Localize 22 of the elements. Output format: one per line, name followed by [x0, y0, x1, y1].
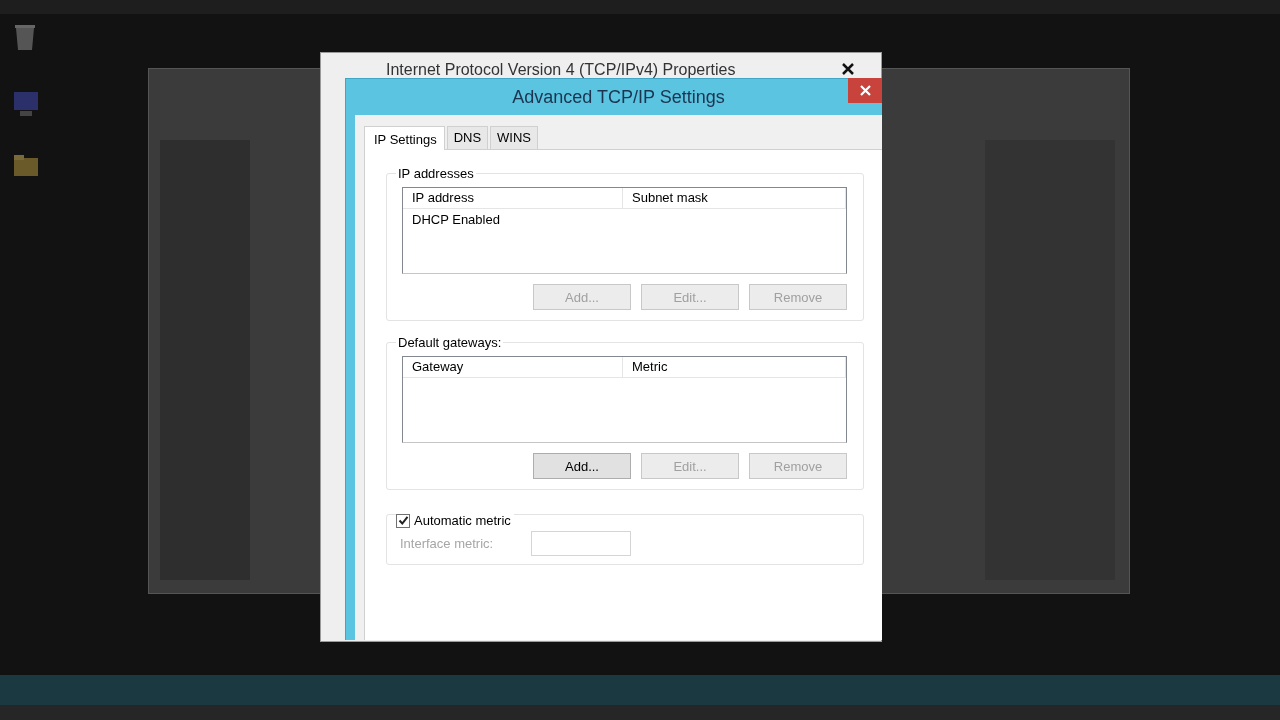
- column-header[interactable]: Gateway: [403, 357, 623, 377]
- checkbox[interactable]: [396, 513, 410, 528]
- trash-can-icon: [12, 22, 38, 52]
- tab[interactable]: DNS: [446, 126, 489, 149]
- list-view[interactable]: Gateway Metric: [402, 356, 847, 443]
- window-title: Advanced TCP/IP Settings: [512, 86, 725, 108]
- field-label: Interface metric:: [400, 536, 495, 551]
- list-cell-text: DHCP Enabled: [411, 211, 501, 229]
- tab[interactable]: WINS: [490, 126, 539, 149]
- column-header[interactable]: IP address: [403, 188, 623, 208]
- close-button[interactable]: [848, 78, 882, 103]
- dialog-button[interactable]: Add...: [533, 453, 631, 479]
- group-label: IP addresses: [397, 166, 475, 181]
- column-header[interactable]: Subnet mask: [623, 188, 846, 208]
- column-header[interactable]: Metric: [623, 357, 846, 377]
- list-view[interactable]: IP address Subnet mask DHCP Enabled: [402, 187, 847, 274]
- tab[interactable]: IP Settings: [364, 126, 445, 150]
- close-icon[interactable]: [841, 62, 855, 76]
- computer-icon: [12, 90, 40, 118]
- window-title: Internet Protocol Version 4 (TCP/IPv4) Properties: [386, 61, 736, 79]
- group-label: Default gateways:: [397, 335, 503, 350]
- close-icon: [859, 85, 871, 96]
